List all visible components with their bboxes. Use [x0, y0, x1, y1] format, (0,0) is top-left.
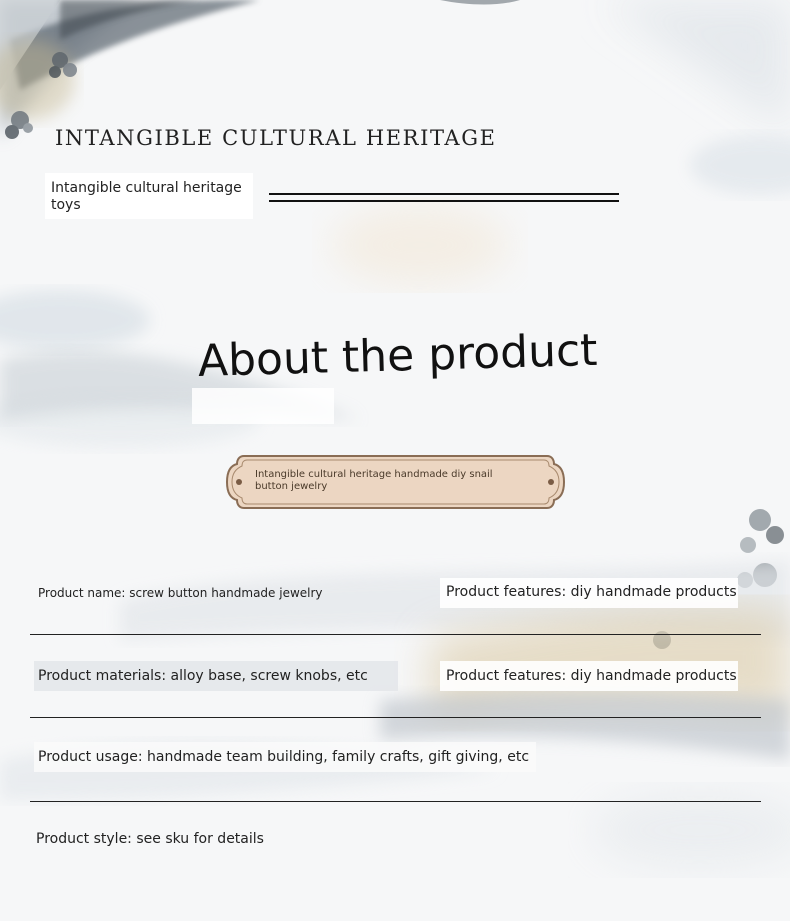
product-name-text: Product name: screw button handmade jewe… — [38, 586, 323, 600]
row-divider — [30, 801, 761, 802]
about-product-title: About the product — [197, 324, 599, 387]
plaque-text: Intangible cultural heritage handmade di… — [255, 469, 493, 492]
row-divider — [30, 717, 761, 718]
row-divider — [30, 634, 761, 635]
heritage-title: INTANGIBLE CULTURAL HERITAGE — [55, 126, 497, 150]
subtitle-box: Intangible cultural heritage toys — [45, 173, 253, 219]
product-materials-text: Product materials: alloy base, screw kno… — [38, 668, 368, 684]
product-features-text-2: Product features: diy handmade products — [446, 668, 737, 684]
product-features-text: Product features: diy handmade products — [446, 584, 737, 600]
subtitle-text: Intangible cultural heritage toys — [51, 180, 242, 213]
title-backing-patch — [192, 388, 334, 424]
product-style-text: Product style: see sku for details — [36, 831, 264, 847]
product-usage-text: Product usage: handmade team building, f… — [38, 749, 530, 765]
double-rule-divider — [269, 193, 619, 203]
product-name-plaque: Intangible cultural heritage handmade di… — [224, 452, 567, 512]
